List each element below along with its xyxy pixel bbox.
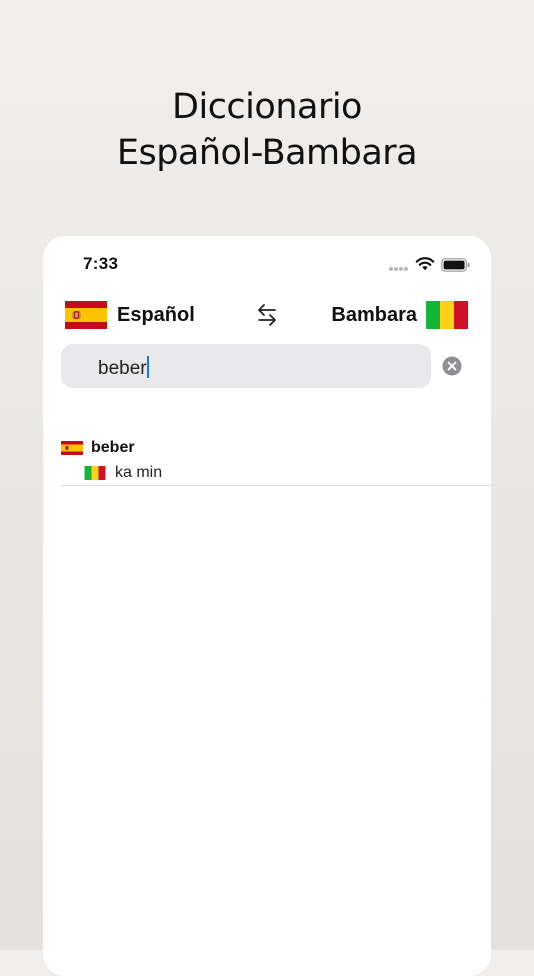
spain-flag-icon xyxy=(61,441,83,455)
language-selector: Español Bambara xyxy=(43,296,491,336)
search-input[interactable]: beber xyxy=(61,344,431,388)
result-list-item[interactable]: beber ka min xyxy=(43,436,491,488)
result-translation: ka min xyxy=(115,464,163,481)
phone-screen: 7:33 Español Bambara beber beber ka min xyxy=(43,236,491,976)
target-language-label[interactable]: Bambara xyxy=(331,304,417,327)
clear-icon[interactable] xyxy=(442,356,462,376)
swap-arrows-icon[interactable] xyxy=(255,302,279,328)
mali-flag-icon[interactable] xyxy=(426,301,468,329)
status-time: 7:33 xyxy=(83,254,119,273)
text-caret xyxy=(146,356,149,378)
search-input-value[interactable]: beber xyxy=(98,358,147,379)
cellular-signal-icon xyxy=(389,267,411,271)
battery-icon xyxy=(441,258,470,272)
wifi-icon xyxy=(415,257,435,271)
promo-headline-line1: Diccionario xyxy=(172,87,362,127)
promo-headline-line2: Español-Bambara xyxy=(116,133,418,173)
mali-flag-icon xyxy=(84,466,106,480)
result-word: beber xyxy=(91,439,135,456)
source-language-label[interactable]: Español xyxy=(117,304,195,327)
list-divider xyxy=(61,485,491,486)
promo-headline: Diccionario Español-Bambara xyxy=(0,84,534,176)
spain-flag-icon[interactable] xyxy=(65,301,107,329)
status-bar: 7:33 xyxy=(43,236,491,288)
